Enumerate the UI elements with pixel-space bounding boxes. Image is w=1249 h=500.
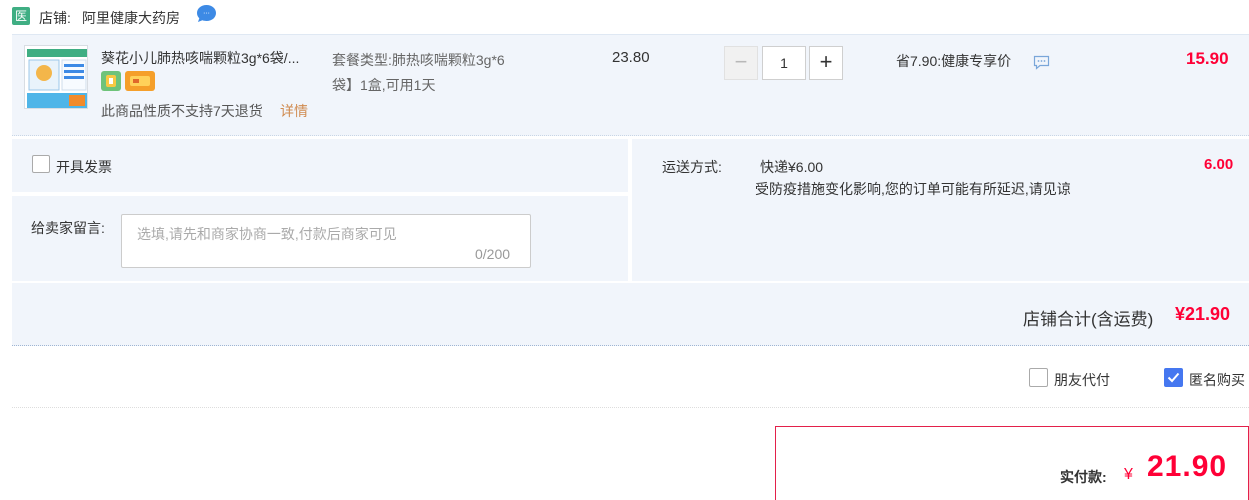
anonymous-checkbox[interactable]	[1164, 368, 1183, 387]
store-total-label: 店铺合计(含运费)	[1023, 310, 1154, 329]
return-policy-note: 此商品性质不支持7天退货	[101, 103, 263, 119]
return-policy-details-link[interactable]: 详情	[280, 101, 308, 121]
sku-info-line-1: 套餐类型:肺热咳喘颗粒3g*6	[332, 52, 505, 68]
item-subtotal: 15.90	[1186, 49, 1229, 68]
shop-name-link[interactable]: 阿里健康大药房	[82, 8, 180, 28]
friend-pay-label[interactable]: 朋友代付	[1054, 370, 1110, 390]
memo-char-count: 0/200	[475, 246, 511, 262]
quantity-increment-button[interactable]: +	[809, 46, 843, 80]
actual-payment-label: 实付款:	[1060, 469, 1107, 485]
shipping-panel	[632, 139, 1249, 281]
invoice-label[interactable]: 开具发票	[56, 157, 112, 177]
memo-label: 给卖家留言:	[31, 220, 105, 236]
discount-info: 省7.90:健康专享价	[896, 53, 1012, 69]
shop-type-badge: 医	[12, 7, 30, 25]
store-total-value: ¥21.90	[1175, 304, 1231, 324]
invoice-checkbox[interactable]	[32, 155, 50, 173]
svg-text:···: ···	[203, 10, 210, 18]
discount-comment-icon[interactable]	[1033, 55, 1050, 70]
quantity-input[interactable]: 1	[762, 46, 806, 80]
chat-bubble-icon[interactable]: ···	[196, 4, 217, 23]
shipping-delay-note: 受防疫措施变化影响,您的订单可能有所延迟,请见谅	[755, 181, 1071, 197]
actual-payment-currency: ¥	[1124, 466, 1133, 483]
sku-info-line-2: 袋】1盒,可用1天	[332, 77, 436, 93]
shipping-label: 运送方式:	[662, 159, 722, 175]
product-thumbnail[interactable]	[24, 45, 88, 109]
checkmark-icon	[1167, 372, 1180, 383]
shipping-fee: 6.00	[1204, 156, 1234, 173]
card-service-icon	[125, 71, 155, 91]
actual-payment-amount: 21.90	[1147, 450, 1228, 483]
anonymous-label[interactable]: 匿名购买	[1189, 370, 1245, 390]
unit-price: 23.80	[612, 49, 650, 66]
section-divider	[12, 407, 1249, 408]
shop-label: 店铺:	[39, 10, 71, 26]
product-title-link[interactable]: 葵花小儿肺热咳喘颗粒3g*6袋/...	[101, 48, 326, 68]
memo-placeholder: 选填,请先和商家协商一致,付款后商家可见	[137, 226, 397, 242]
quantity-decrement-button[interactable]: −	[724, 46, 758, 80]
shipping-method[interactable]: 快递¥6.00	[760, 157, 823, 177]
pharmacy-service-icon	[101, 71, 121, 91]
friend-pay-checkbox[interactable]	[1029, 368, 1048, 387]
